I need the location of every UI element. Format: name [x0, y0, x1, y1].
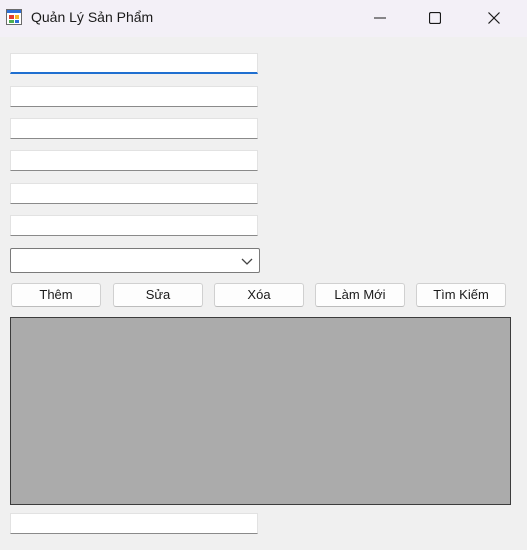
winforms-app-icon [6, 9, 22, 25]
title-bar[interactable]: Quản Lý Sản Phẩm [0, 0, 527, 37]
product-data-grid[interactable] [10, 317, 511, 505]
product-field-1[interactable] [10, 53, 258, 74]
product-field-5[interactable] [10, 183, 258, 204]
product-field-6[interactable] [10, 215, 258, 236]
chevron-down-icon[interactable] [240, 255, 254, 267]
close-button[interactable] [471, 0, 517, 36]
window-title: Quản Lý Sản Phẩm [31, 9, 154, 25]
category-combobox[interactable] [10, 248, 260, 273]
edit-button[interactable]: Sửa [113, 283, 203, 307]
delete-button[interactable]: Xóa [214, 283, 304, 307]
maximize-button[interactable] [412, 0, 458, 36]
main-window: Quản Lý Sản Phẩm Thêm Sửa Xóa Làm Mới Tì… [0, 0, 527, 550]
minimize-button[interactable] [357, 0, 403, 36]
close-icon [488, 12, 500, 24]
refresh-button[interactable]: Làm Mới [315, 283, 405, 307]
product-field-2[interactable] [10, 86, 258, 107]
maximize-icon [429, 12, 441, 24]
product-field-3[interactable] [10, 118, 258, 139]
bottom-field[interactable] [10, 513, 258, 534]
add-button[interactable]: Thêm [11, 283, 101, 307]
product-field-4[interactable] [10, 150, 258, 171]
minimize-icon [374, 17, 386, 19]
search-button[interactable]: Tìm Kiếm [416, 283, 506, 307]
